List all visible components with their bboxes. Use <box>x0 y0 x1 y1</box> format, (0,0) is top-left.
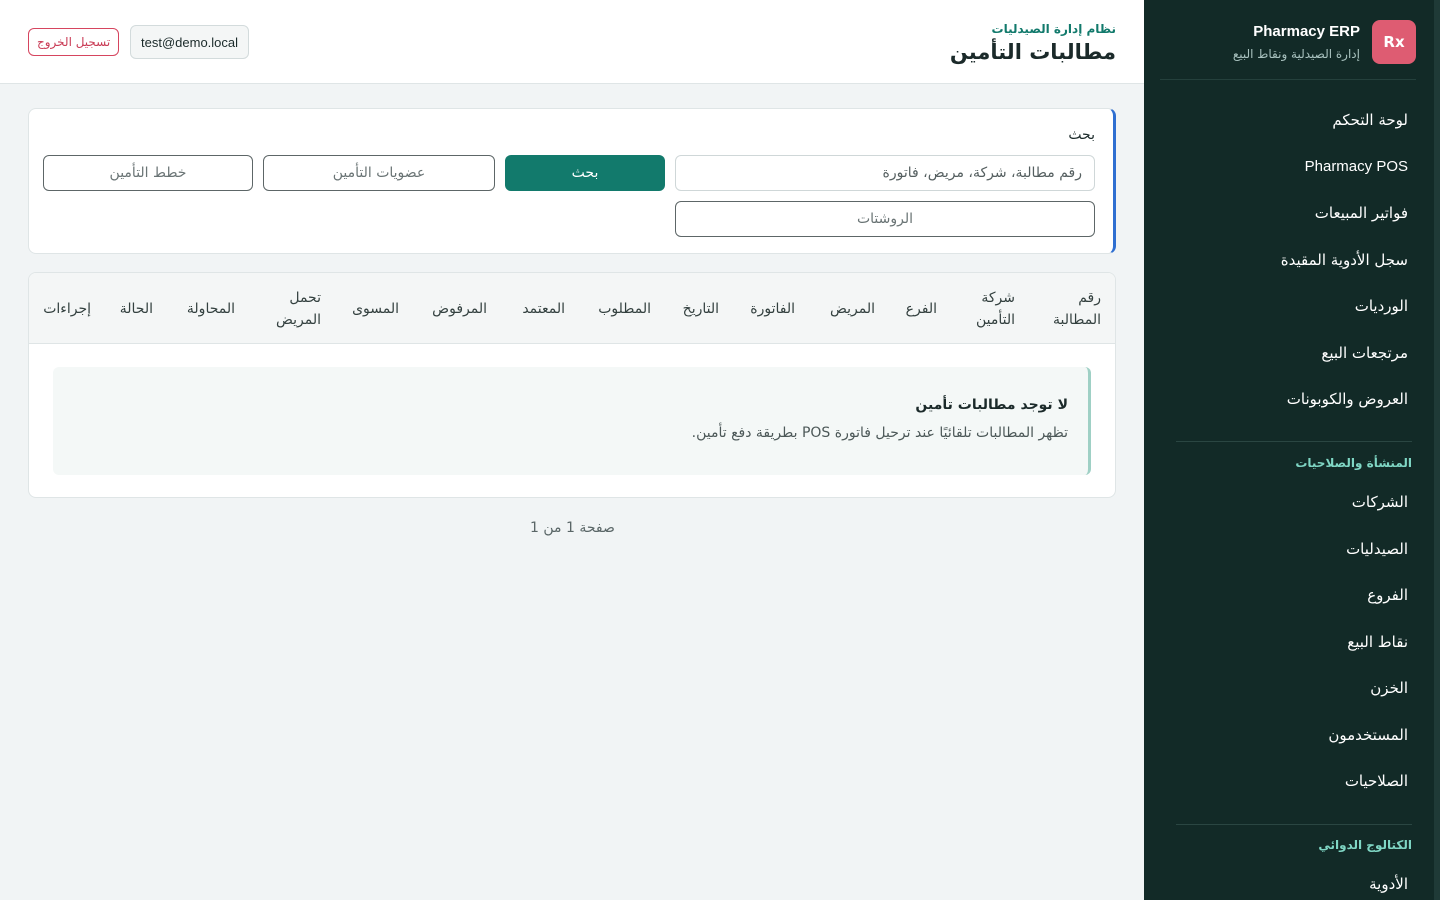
sidebar-item-medicines[interactable]: الأدوية <box>1369 875 1408 893</box>
column-header: المرفوض <box>432 300 487 317</box>
search-button[interactable]: بحث <box>505 155 665 191</box>
sidebar-scroll-edge <box>1434 0 1440 900</box>
column-header: المطلوب <box>598 300 651 317</box>
sidebar-item-cash-drawers[interactable]: الخزن <box>1370 679 1408 697</box>
sidebar-item-pos-terminals[interactable]: نقاط البيع <box>1347 633 1408 651</box>
sidebar-item-sales-returns[interactable]: مرتجعات البيع <box>1321 344 1408 362</box>
sidebar-item-branches[interactable]: الفروع <box>1367 586 1408 604</box>
sidebar-divider <box>1176 441 1412 442</box>
column-header: المعتمد <box>522 300 565 317</box>
sidebar-item-dashboard[interactable]: لوحة التحكم <box>1332 111 1408 129</box>
column-header: رقم المطالبة <box>1053 289 1101 328</box>
column-header: الحالة <box>119 300 153 317</box>
search-card: بحث بحث عضويات التأمين خطط التأمين الروش… <box>28 108 1116 254</box>
brand-subtitle: إدارة الصيدلية ونقاط البيع <box>1232 47 1360 61</box>
page-title: مطالبات التأمين <box>949 40 1116 64</box>
sidebar-section-drug-catalog: الكتالوج الدوائي <box>1318 838 1412 852</box>
column-header: الفاتورة <box>750 300 795 317</box>
sidebar-item-companies[interactable]: الشركات <box>1352 493 1408 511</box>
sidebar-item-users[interactable]: المستخدمون <box>1328 726 1408 744</box>
insurance-memberships-button[interactable]: عضويات التأمين <box>263 155 495 191</box>
app-kicker: نظام إدارة الصيدليات <box>991 22 1116 36</box>
sidebar-item-permissions[interactable]: الصلاحيات <box>1345 772 1408 790</box>
brand-logo: Rx <box>1372 20 1416 64</box>
sidebar-item-pharmacies[interactable]: الصيدليات <box>1346 540 1408 558</box>
column-header: المسوى <box>352 300 399 317</box>
column-header: التاريخ <box>682 300 719 317</box>
pagination-info: صفحة 1 من 1 <box>530 520 615 536</box>
user-email-badge[interactable]: test@demo.local <box>130 25 250 59</box>
logout-button[interactable]: تسجيل الخروج <box>28 28 120 56</box>
empty-state-title: لا توجد مطالبات تأمين <box>915 397 1068 413</box>
sidebar-item-shifts[interactable]: الورديات <box>1355 297 1408 315</box>
insurance-plans-button[interactable]: خطط التأمين <box>43 155 253 191</box>
column-header: تحمل المريض <box>275 289 321 328</box>
sidebar-item-offers-coupons[interactable]: العروض والكوبونات <box>1287 390 1408 408</box>
sidebar-divider <box>1176 824 1412 825</box>
sidebar-section-organization: المنشأة والصلاحيات <box>1295 456 1412 470</box>
sidebar-item-sales-invoices[interactable]: فواتير المبيعات <box>1315 204 1408 222</box>
column-header: شركة التأمين <box>975 289 1015 328</box>
empty-state-description: تظهر المطالبات تلقائيًا عند ترحيل فاتورة… <box>691 425 1068 441</box>
brand-title: Pharmacy ERP <box>1253 23 1360 40</box>
claims-table: رقم المطالبة شركة التأمين الفرع المريض ا… <box>28 272 1116 498</box>
search-label: بحث <box>1068 127 1095 143</box>
column-header: الفرع <box>905 300 937 317</box>
column-header: المريض <box>829 300 875 317</box>
column-header: إجراءات <box>43 300 91 317</box>
sidebar-item-pos[interactable]: Pharmacy POS <box>1305 158 1408 175</box>
table-header: رقم المطالبة شركة التأمين الفرع المريض ا… <box>29 273 1115 344</box>
top-header: نظام إدارة الصيدليات مطالبات التأمين tes… <box>0 0 1144 84</box>
empty-state: لا توجد مطالبات تأمين تظهر المطالبات تلق… <box>53 367 1091 475</box>
column-header: المحاولة <box>186 300 235 317</box>
brand: Rx Pharmacy ERP إدارة الصيدلية ونقاط الب… <box>1160 20 1416 80</box>
prescriptions-button[interactable]: الروشتات <box>675 201 1095 237</box>
search-input[interactable] <box>675 155 1095 191</box>
sidebar: Rx Pharmacy ERP إدارة الصيدلية ونقاط الب… <box>1144 0 1440 900</box>
sidebar-item-restricted-drugs[interactable]: سجل الأدوية المقيدة <box>1281 251 1408 269</box>
